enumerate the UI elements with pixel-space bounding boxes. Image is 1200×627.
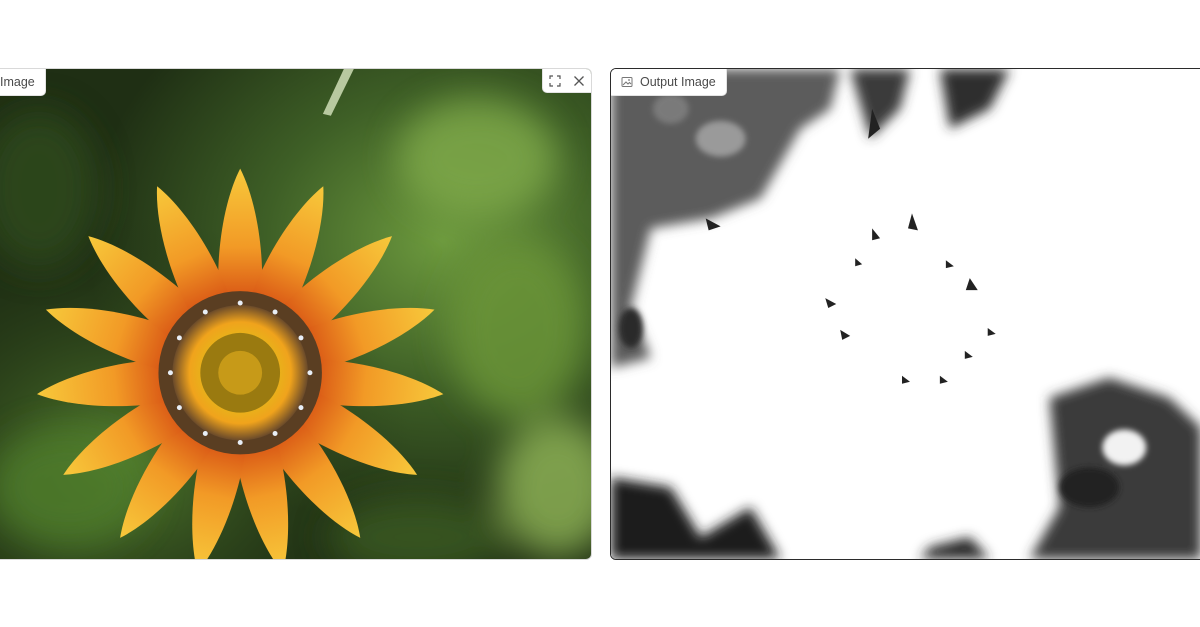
input-image-label: Image bbox=[0, 69, 46, 96]
fullscreen-icon bbox=[549, 74, 561, 87]
fullscreen-button[interactable] bbox=[543, 69, 567, 92]
image-comparison-stage: Image Output Image bbox=[0, 0, 1200, 627]
input-image-flower bbox=[0, 69, 591, 559]
image-icon bbox=[621, 76, 633, 88]
output-image-label: Output Image bbox=[611, 69, 727, 96]
input-image-panel[interactable]: Image bbox=[0, 68, 592, 560]
input-image-label-text: Image bbox=[0, 75, 35, 89]
output-image-panel: Output Image bbox=[610, 68, 1200, 560]
clear-image-button[interactable] bbox=[567, 69, 591, 92]
input-image-toolbar bbox=[542, 69, 591, 93]
close-icon bbox=[573, 75, 585, 87]
output-image-label-text: Output Image bbox=[640, 75, 716, 89]
output-image-mask bbox=[611, 69, 1200, 559]
